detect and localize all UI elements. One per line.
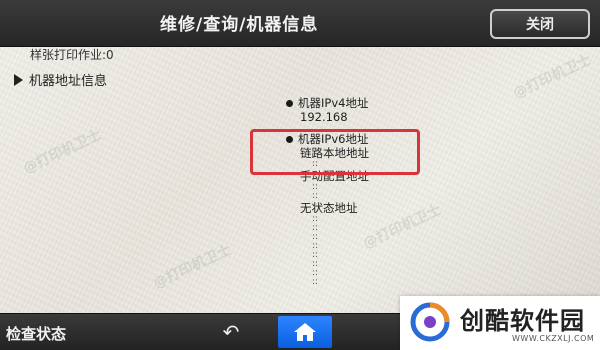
bullet-icon (286, 99, 293, 107)
logo-text: 创酷软件园 (460, 307, 585, 335)
home-icon (294, 323, 316, 341)
section-label: 机器地址信息 (29, 74, 108, 89)
back-arrow-icon[interactable]: ↶ (212, 318, 250, 346)
printer-panel-screen: 维修/查询/机器信息 关闭 样张打印作业:0 机器地址信息 机器IPv4地址 1… (0, 0, 600, 350)
site-logo-badge: 创酷软件园 WWW.CKZXLJ.COM (400, 296, 600, 350)
title-bar: 维修/查询/机器信息 关闭 (0, 0, 600, 47)
machine-info-content: 样张打印作业:0 机器地址信息 机器IPv4地址 192.168 机器IPv6地… (0, 46, 600, 313)
watermark: @打印机卫士 (150, 241, 234, 292)
manual-address-dots: :::: (312, 182, 319, 201)
logo-url: WWW.CKZXLJ.COM (512, 334, 595, 343)
stateless-address-dots: :::::::::::::::: (312, 214, 319, 287)
address-list: 机器IPv4地址 192.168 机器IPv6地址 链路本地地址 :: 手动配置… (286, 96, 446, 287)
highlight-box (250, 129, 420, 175)
section-machine-address[interactable]: 机器地址信息 (14, 70, 107, 89)
watermark: @打印机卫士 (20, 126, 104, 177)
close-button[interactable]: 关闭 (490, 9, 590, 39)
home-button[interactable] (278, 316, 332, 348)
watermark: @打印机卫士 (510, 51, 594, 102)
stateless-address-label: 无状态地址 (300, 201, 358, 215)
page-title: 维修/查询/机器信息 (160, 15, 319, 35)
ipv4-heading: 机器IPv4地址 (286, 96, 446, 110)
ipv4-value: 192.168 (300, 110, 348, 124)
logo-icon (410, 302, 450, 342)
triangle-right-icon (14, 73, 23, 86)
ipv4-label: 机器IPv4地址 (298, 96, 369, 110)
sample-print-job-count: 样张打印作业:0 (30, 48, 114, 62)
check-status-button[interactable]: 检查状态 (6, 323, 66, 344)
